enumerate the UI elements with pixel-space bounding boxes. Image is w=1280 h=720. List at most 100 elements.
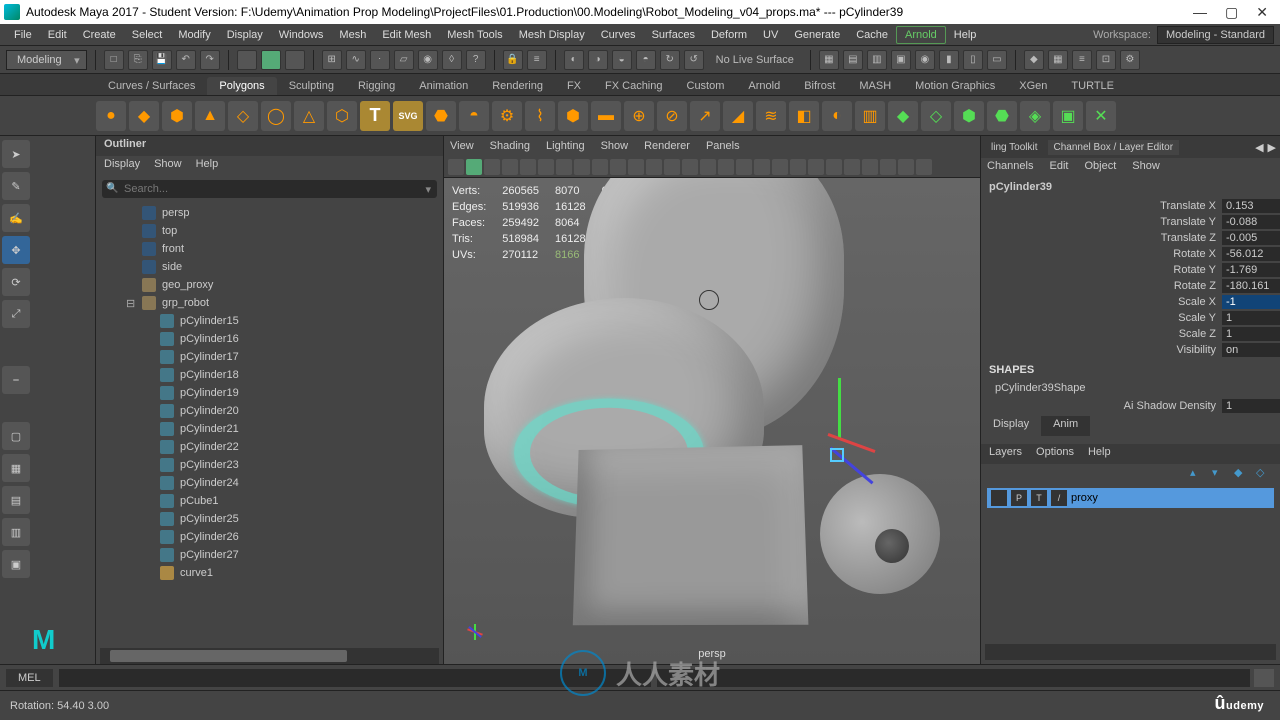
poly-sphere-icon[interactable]: ● (96, 101, 126, 131)
shelf-tab-polygons[interactable]: Polygons (207, 77, 276, 95)
viewport-menu-renderer[interactable]: Renderer (644, 140, 690, 152)
layer-new-empty-icon[interactable]: ◆ (1234, 466, 1250, 482)
layout-outliner[interactable]: ▣ (2, 550, 30, 578)
snap-grid-button[interactable]: ⊞ (322, 50, 342, 70)
vp-b25-button[interactable] (880, 159, 896, 175)
shelf-tab-xgen[interactable]: XGen (1007, 77, 1059, 95)
panel-layout-6-button[interactable]: ▮ (939, 50, 959, 70)
menu-windows[interactable]: Windows (271, 27, 332, 43)
select-object-button[interactable] (261, 50, 281, 70)
poly-prism-icon[interactable]: ▬ (591, 101, 621, 131)
layout-four[interactable]: ▦ (2, 454, 30, 482)
scale-tool[interactable]: ⤢ (2, 300, 30, 328)
shelf-tab-turtle[interactable]: TURTLE (1059, 77, 1126, 95)
outliner-item[interactable]: persp (96, 204, 443, 222)
menu-cache[interactable]: Cache (848, 27, 896, 43)
viewport-menu-view[interactable]: View (450, 140, 474, 152)
cb-menu-channels[interactable]: Channels (987, 160, 1033, 176)
menu-mesh[interactable]: Mesh (331, 27, 374, 43)
workspace-selector[interactable]: Modeling - Standard (1157, 26, 1274, 44)
shelf-tab-arnold[interactable]: Arnold (736, 77, 792, 95)
toggle-attr-button[interactable]: ⚙ (1120, 50, 1140, 70)
shelf-tab-rendering[interactable]: Rendering (480, 77, 555, 95)
poly-boolean2-icon[interactable]: ◇ (921, 101, 951, 131)
poly-gear-icon[interactable]: ⚙ (492, 101, 522, 131)
attr-value-input[interactable]: -1.769 (1222, 263, 1280, 277)
outliner-scrollbar[interactable] (100, 648, 439, 664)
render-button[interactable]: ◐ (564, 50, 584, 70)
snap-curve-button[interactable]: ∿ (346, 50, 366, 70)
shape-node-name[interactable]: pCylinder39Shape (981, 380, 1280, 396)
outliner-item[interactable]: pCylinder23 (96, 456, 443, 474)
viewport-canvas[interactable]: Verts:26056580700 Edges:519936161280 Fac… (444, 178, 980, 664)
layout-two-h[interactable]: ▤ (2, 486, 30, 514)
render-globals-button[interactable]: ◓ (636, 50, 656, 70)
poly-helix-icon[interactable]: ⌇ (525, 101, 555, 131)
outliner-item[interactable]: curve1 (96, 564, 443, 582)
outliner-item[interactable]: front (96, 240, 443, 258)
layer-row-proxy[interactable]: P T / proxy (987, 488, 1274, 508)
layer-moveup-icon[interactable]: ▴ (1190, 466, 1206, 482)
vp-b23-button[interactable] (844, 159, 860, 175)
tab-nav-left[interactable]: ◀ (1255, 141, 1263, 154)
render-settings-button[interactable]: ◒ (612, 50, 632, 70)
outliner-item[interactable]: pCylinder18 (96, 366, 443, 384)
script-editor-button[interactable] (1254, 669, 1274, 687)
vp-b21-button[interactable] (808, 159, 824, 175)
shelf-tab-bifrost[interactable]: Bifrost (792, 77, 847, 95)
panel-layout-2-button[interactable]: ▤ (843, 50, 863, 70)
menu-generate[interactable]: Generate (786, 27, 848, 43)
layer-color-swatch[interactable]: / (1051, 490, 1067, 506)
select-component-button[interactable] (285, 50, 305, 70)
outliner-item[interactable]: pCylinder26 (96, 528, 443, 546)
shelf-tab-animation[interactable]: Animation (407, 77, 480, 95)
shelf-tab-curves[interactable]: Curves / Surfaces (96, 77, 207, 95)
lock-button[interactable]: 🔒 (503, 50, 523, 70)
vp-b17-button[interactable] (736, 159, 752, 175)
new-scene-button[interactable]: □ (104, 50, 124, 70)
outliner-item[interactable]: pCylinder20 (96, 402, 443, 420)
poly-torus-icon[interactable]: ◯ (261, 101, 291, 131)
layers-menu-layers[interactable]: Layers (989, 446, 1022, 462)
menu-modify[interactable]: Modify (170, 27, 218, 43)
outliner-tree[interactable]: persptopfrontsidegeo_proxy⊟grp_robotpCyl… (96, 202, 443, 648)
outliner-item[interactable]: pCylinder16 (96, 330, 443, 348)
save-scene-button[interactable]: 💾 (152, 50, 172, 70)
attr-value-input[interactable]: -1 (1222, 295, 1280, 309)
toggle-channelbox-button[interactable]: ≡ (1072, 50, 1092, 70)
vp-gate-button[interactable] (484, 159, 500, 175)
undo-button[interactable]: ↶ (176, 50, 196, 70)
poly-mirror-icon[interactable]: ▥ (855, 101, 885, 131)
outliner-item[interactable]: pCylinder25 (96, 510, 443, 528)
poly-plane-icon[interactable]: ◇ (228, 101, 258, 131)
panel-layout-8-button[interactable]: ▭ (987, 50, 1007, 70)
vp-b16-button[interactable] (718, 159, 734, 175)
minimize-button[interactable]: — (1193, 4, 1207, 21)
cb-menu-show[interactable]: Show (1132, 160, 1160, 176)
construction-history-button[interactable]: ≡ (527, 50, 547, 70)
layer-playback-toggle[interactable]: P (1011, 490, 1027, 506)
poly-bevel-icon[interactable]: ◢ (723, 101, 753, 131)
poly-soccer-icon[interactable]: ⬢ (558, 101, 588, 131)
panel-layout-7-button[interactable]: ▯ (963, 50, 983, 70)
vp-aa-button[interactable] (664, 159, 680, 175)
vp-xray-button[interactable] (610, 159, 626, 175)
shelf-tab-fxcaching[interactable]: FX Caching (593, 77, 674, 95)
panel-layout-3-button[interactable]: ▥ (867, 50, 887, 70)
maximize-button[interactable]: ▢ (1225, 4, 1238, 21)
vp-grid-button[interactable] (466, 159, 482, 175)
poly-boolean3-icon[interactable]: ⬢ (954, 101, 984, 131)
outliner-menu-display[interactable]: Display (104, 158, 140, 174)
poly-pipe-icon[interactable]: ⬡ (327, 101, 357, 131)
poly-bridge-icon[interactable]: ≋ (756, 101, 786, 131)
poly-cube-icon[interactable]: ◆ (129, 101, 159, 131)
poly-platonic-icon[interactable]: ⬣ (426, 101, 456, 131)
layers-tab-display[interactable]: Display (981, 416, 1041, 436)
poly-separate-icon[interactable]: ⊘ (657, 101, 687, 131)
snap-surface-button[interactable]: ◉ (418, 50, 438, 70)
poly-boolean1-icon[interactable]: ◆ (888, 101, 918, 131)
menu-uv[interactable]: UV (755, 27, 786, 43)
close-button[interactable]: ✕ (1256, 4, 1268, 21)
ipr-button[interactable]: ◑ (588, 50, 608, 70)
viewport-menu-panels[interactable]: Panels (706, 140, 740, 152)
